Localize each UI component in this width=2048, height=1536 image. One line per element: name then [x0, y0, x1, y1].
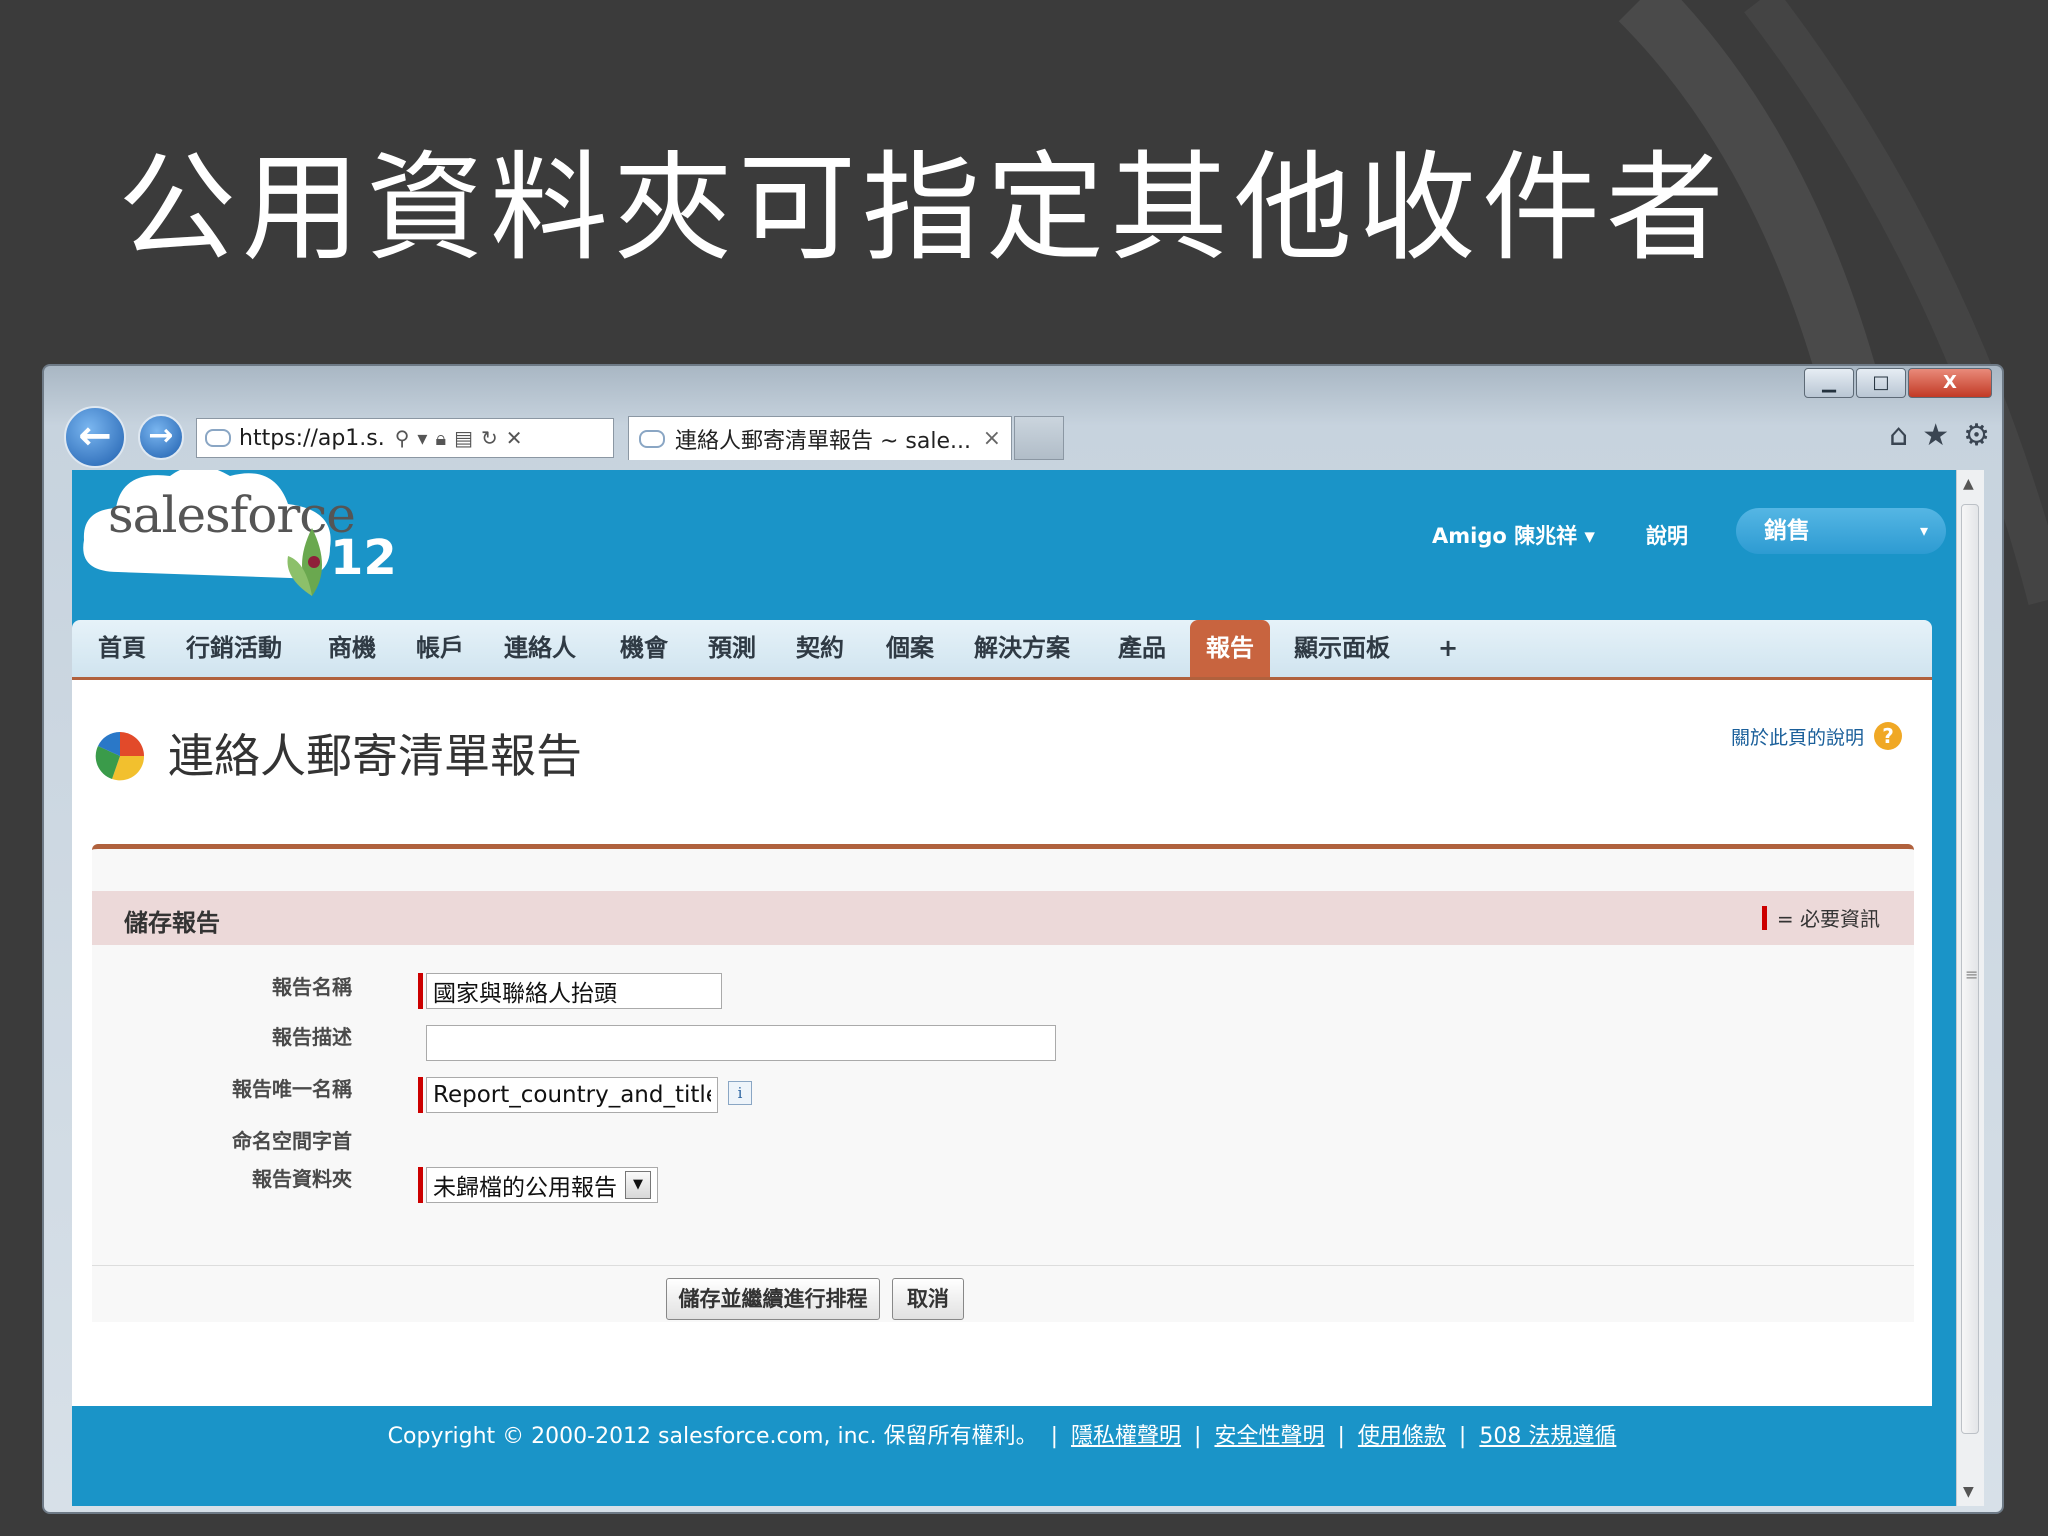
footer-separator: |	[1458, 1424, 1467, 1449]
window-controls: ▁ □ X	[1804, 368, 1992, 398]
salesforce-header: salesforce 12 Amigo 陳兆祥 ▾ 說明 銷售 ▾	[72, 470, 1946, 605]
forward-button[interactable]: →	[138, 414, 184, 460]
terms-link[interactable]: 使用條款	[1358, 1424, 1446, 1449]
tab-reports[interactable]: 報告	[1190, 620, 1270, 677]
tab-add-icon[interactable]: +	[1438, 620, 1458, 677]
user-menu[interactable]: Amigo 陳兆祥 ▾	[1432, 520, 1595, 550]
page-title: 連絡人郵寄清單報告	[168, 729, 582, 783]
favorites-star-icon[interactable]: ★	[1922, 418, 1949, 453]
report-unique-name-label: 報告唯一名稱	[232, 1077, 352, 1101]
tab-forecasts[interactable]: 預測	[708, 620, 756, 677]
tab-page-icon	[639, 429, 665, 448]
address-url: https://ap1.s.	[239, 425, 385, 451]
app-picker[interactable]: 銷售 ▾	[1736, 508, 1946, 554]
tab-solutions[interactable]: 解決方案	[974, 620, 1070, 677]
arrow-left-icon: ←	[78, 413, 112, 459]
footer: Copyright © 2000-2012 salesforce.com, in…	[72, 1418, 1932, 1478]
app-tab-bar: 首頁 行銷活動 商機 帳戶 連絡人 機會 預測 契約 個案 解決方案 產品 報告…	[72, 620, 1932, 680]
required-indicator-icon	[1761, 905, 1767, 930]
back-button[interactable]: ←	[64, 406, 126, 468]
required-legend-text: = 必要資訊	[1776, 907, 1880, 931]
grip-icon: ≡	[1965, 965, 1979, 984]
stop-icon[interactable]: ✕	[506, 426, 523, 450]
footer-separator: |	[1194, 1424, 1202, 1449]
report-name-input[interactable]	[426, 973, 722, 1009]
section-title: 儲存報告	[124, 909, 220, 937]
main-content: 連絡人郵寄清單報告 關於此頁的說明 ? 儲存報告 = 必要資訊 報告名稱 國家與…	[72, 680, 1932, 1406]
tab-opportunities[interactable]: 機會	[620, 620, 668, 677]
search-icon[interactable]: ⚲	[395, 426, 410, 450]
report-folder-value: 未歸檔的公用報告	[433, 1175, 617, 1201]
help-link[interactable]: 說明	[1646, 520, 1688, 550]
maximize-button[interactable]: □	[1856, 368, 1906, 398]
report-name-label: 報告名稱	[272, 975, 352, 999]
info-icon[interactable]: i	[728, 1081, 752, 1105]
new-tab-button[interactable]	[1014, 416, 1064, 460]
namespace-prefix-label: 命名空間字首	[232, 1129, 352, 1153]
tab-title: 連絡人郵寄清單報告 ~ sale...	[675, 428, 971, 454]
required-marker	[418, 1077, 423, 1113]
save-report-form: 儲存報告 = 必要資訊 報告名稱 報告描述 報告唯一名稱 i	[92, 844, 1914, 1322]
address-tools: ⚲ ▾ 🔒︎ ▤ ↻ ✕	[395, 426, 523, 450]
vertical-scrollbar[interactable]: ▲ ≡ ▼	[1956, 470, 1984, 1506]
browser-tab[interactable]: 連絡人郵寄清單報告 ~ sale... ×	[628, 416, 1012, 460]
close-window-button[interactable]: X	[1908, 368, 1992, 398]
home-icon[interactable]: ⌂	[1889, 418, 1908, 453]
refresh-icon[interactable]: ↻	[481, 426, 498, 450]
tab-leads[interactable]: 商機	[328, 620, 376, 677]
required-legend: = 必要資訊	[1761, 903, 1880, 932]
compat-view-icon[interactable]: ▤	[454, 426, 473, 450]
tab-accounts[interactable]: 帳戶	[416, 620, 464, 677]
scroll-up-icon[interactable]: ▲	[1963, 476, 1974, 492]
security-link[interactable]: 安全性聲明	[1214, 1424, 1324, 1449]
slide-title: 公用資料夾可指定其他收件者	[118, 139, 1731, 277]
report-folder-label: 報告資料夾	[252, 1167, 352, 1191]
tab-cases[interactable]: 個案	[886, 620, 934, 677]
address-bar[interactable]: https://ap1.s. ⚲ ▾ 🔒︎ ▤ ↻ ✕	[196, 418, 614, 458]
report-folder-select[interactable]: 未歸檔的公用報告 ▼	[426, 1167, 658, 1203]
footer-separator: |	[1050, 1424, 1059, 1449]
report-description-label: 報告描述	[272, 1025, 352, 1049]
page-icon	[205, 429, 231, 447]
page-help-label: 關於此頁的說明	[1730, 726, 1864, 749]
chevron-down-icon: ▾	[1584, 524, 1595, 548]
required-marker	[418, 1167, 423, 1203]
gear-icon[interactable]: ⚙	[1963, 418, 1990, 453]
tab-products[interactable]: 產品	[1118, 620, 1166, 677]
page-help-link[interactable]: 關於此頁的說明 ?	[1731, 722, 1902, 750]
section-header: 儲存報告 = 必要資訊	[92, 891, 1914, 945]
chevron-down-icon: ▼	[625, 1171, 651, 1199]
privacy-link[interactable]: 隱私權聲明	[1071, 1424, 1181, 1449]
save-and-schedule-button[interactable]: 儲存並繼續進行排程	[666, 1278, 880, 1320]
dropdown-icon[interactable]: ▾	[417, 426, 427, 450]
lock-icon[interactable]: 🔒︎	[435, 426, 446, 450]
tab-contracts[interactable]: 契約	[796, 620, 844, 677]
user-name: Amigo 陳兆祥	[1432, 524, 1578, 548]
browser-window: ▁ □ X ← → https://ap1.s. ⚲ ▾ 🔒︎ ▤ ↻ ✕ 連絡…	[42, 364, 2004, 1514]
arrow-right-icon: →	[148, 418, 174, 453]
app-picker-label: 銷售	[1764, 518, 1810, 544]
report-description-input[interactable]	[426, 1025, 1056, 1061]
help-icon: ?	[1874, 722, 1902, 750]
scroll-down-icon[interactable]: ▼	[1963, 1484, 1974, 1500]
report-icon	[95, 731, 145, 781]
report-unique-name-input[interactable]	[426, 1077, 718, 1113]
tab-close-icon[interactable]: ×	[983, 426, 1001, 451]
508-compliance-link[interactable]: 508 法規遵循	[1479, 1424, 1616, 1449]
button-row: 儲存並繼續進行排程 取消	[92, 1265, 1914, 1328]
tab-home[interactable]: 首頁	[98, 620, 146, 677]
required-marker	[418, 973, 423, 1009]
footer-separator: |	[1337, 1424, 1345, 1449]
release-version: 12	[330, 530, 397, 586]
scroll-thumb[interactable]: ≡	[1961, 504, 1979, 1434]
page-viewport: salesforce 12 Amigo 陳兆祥 ▾ 說明 銷售 ▾ 首頁 行銷活…	[72, 470, 1984, 1506]
tab-contacts[interactable]: 連絡人	[504, 620, 576, 677]
minimize-button[interactable]: ▁	[1804, 368, 1854, 398]
copyright-text: Copyright © 2000-2012 salesforce.com, in…	[387, 1424, 1038, 1449]
tab-campaigns[interactable]: 行銷活動	[186, 620, 282, 677]
tab-dashboards[interactable]: 顯示面板	[1294, 620, 1390, 677]
browser-toolbar: ⌂ ★ ⚙	[1889, 418, 1990, 453]
cancel-button[interactable]: 取消	[892, 1278, 964, 1320]
chevron-down-icon: ▾	[1919, 521, 1928, 540]
